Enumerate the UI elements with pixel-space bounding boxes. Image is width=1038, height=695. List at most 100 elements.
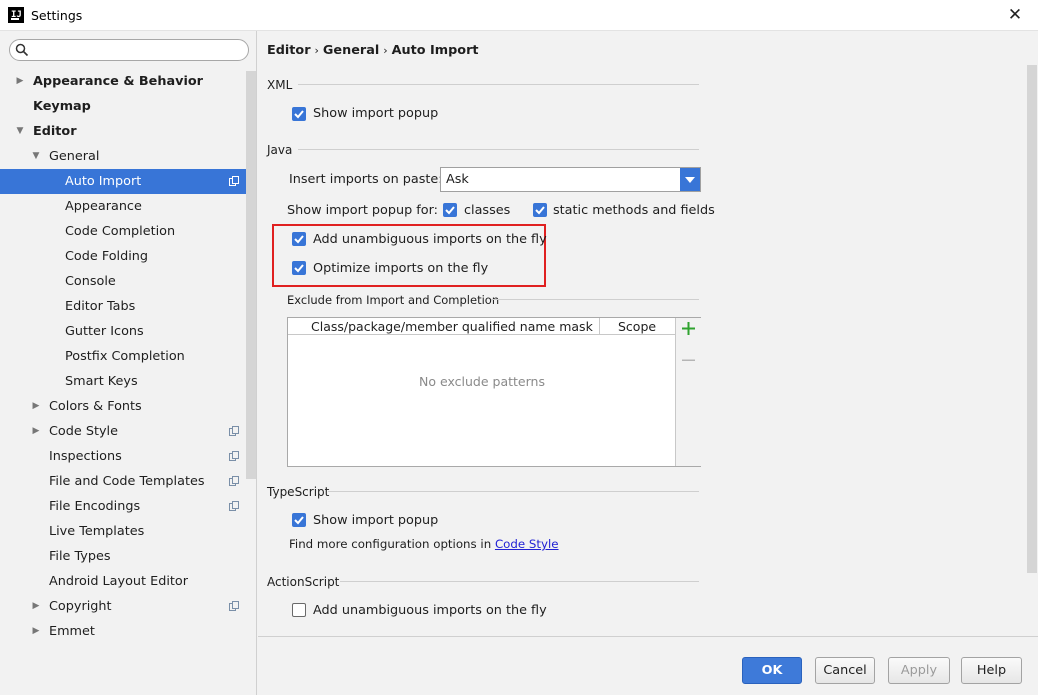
sidebar-item-gutter-icons[interactable]: Gutter Icons xyxy=(0,319,256,344)
sidebar-item-label: Colors & Fonts xyxy=(49,399,142,414)
sidebar-item-label: Gutter Icons xyxy=(65,324,144,339)
as-add-unambiguous-label: Add unambiguous imports on the fly xyxy=(313,603,547,618)
xml-show-import-popup-checkbox[interactable] xyxy=(292,107,306,121)
sidebar-item-auto-import[interactable]: Auto Import xyxy=(0,169,256,194)
sidebar-item-editor-tabs[interactable]: Editor Tabs xyxy=(0,294,256,319)
close-button[interactable]: ✕ xyxy=(992,0,1038,31)
static-methods-checkbox[interactable] xyxy=(533,203,547,217)
sidebar-item-postfix-completion[interactable]: Postfix Completion xyxy=(0,344,256,369)
optimize-imports-label: Optimize imports on the fly xyxy=(313,261,489,276)
project-settings-icon xyxy=(229,501,239,511)
section-title-java: Java xyxy=(267,143,293,157)
section-title-xml: XML xyxy=(267,78,293,92)
cancel-button[interactable]: Cancel xyxy=(815,657,875,684)
chevron-down-icon[interactable] xyxy=(680,168,700,191)
column-divider xyxy=(599,318,600,335)
sidebar-item-file-code-templates[interactable]: File and Code Templates xyxy=(0,469,256,494)
sidebar-item-label: Auto Import xyxy=(65,174,142,189)
as-add-unambiguous-checkbox[interactable] xyxy=(292,603,306,617)
sidebar-item-label: Console xyxy=(65,274,116,289)
sidebar-item-file-types[interactable]: File Types xyxy=(0,544,256,569)
static-methods-label: static methods and fields xyxy=(553,203,715,218)
sidebar-item-colors-fonts[interactable]: ▶ Colors & Fonts xyxy=(0,394,256,419)
breadcrumb-separator: › xyxy=(383,44,388,57)
sidebar-item-appearance[interactable]: Appearance xyxy=(0,194,256,219)
sidebar-item-label: Emmet xyxy=(49,624,95,639)
section-divider xyxy=(298,149,699,150)
apply-button[interactable]: Apply xyxy=(888,657,950,684)
checkmark-icon xyxy=(294,235,304,244)
sidebar-item-label: Code Folding xyxy=(65,249,149,264)
find-more-label: Find more configuration options in xyxy=(289,537,492,551)
sidebar-item-label: Inspections xyxy=(49,449,122,464)
project-settings-icon xyxy=(229,601,239,611)
section-divider xyxy=(340,581,699,582)
classes-checkbox[interactable] xyxy=(443,203,457,217)
sidebar-item-appearance-behavior[interactable]: ▶ Appearance & Behavior xyxy=(0,69,256,94)
ts-show-import-popup-label: Show import popup xyxy=(313,513,439,528)
dialog-footer: OK Cancel Apply Help xyxy=(258,636,1038,695)
sidebar-item-label: Postfix Completion xyxy=(65,349,185,364)
sidebar-item-code-completion[interactable]: Code Completion xyxy=(0,219,256,244)
optimize-imports-checkbox[interactable] xyxy=(292,261,306,275)
sidebar-item-copyright[interactable]: ▶ Copyright xyxy=(0,594,256,619)
sidebar-item-label: General xyxy=(49,149,100,164)
sidebar-item-file-encodings[interactable]: File Encodings xyxy=(0,494,256,519)
sidebar-scrollbar[interactable] xyxy=(246,71,256,479)
sidebar-item-general[interactable]: ▼ General xyxy=(0,144,256,169)
intellij-app-icon: IJ xyxy=(8,7,24,23)
project-settings-icon xyxy=(229,426,239,436)
add-unambiguous-imports-checkbox[interactable] xyxy=(292,232,306,246)
classes-label: classes xyxy=(464,203,511,218)
insert-imports-select[interactable]: Ask xyxy=(440,167,701,192)
remove-icon xyxy=(682,359,695,361)
sidebar-item-code-style[interactable]: ▶ Code Style xyxy=(0,419,256,444)
expand-arrow-icon[interactable]: ▶ xyxy=(31,619,41,644)
sidebar-item-label: Appearance xyxy=(65,199,142,214)
breadcrumb-separator: › xyxy=(314,44,319,57)
section-title-typescript: TypeScript xyxy=(267,485,330,499)
sidebar-item-emmet[interactable]: ▶ Emmet xyxy=(0,619,256,644)
section-title-actionscript: ActionScript xyxy=(267,575,340,589)
collapse-arrow-icon[interactable]: ▼ xyxy=(15,119,25,144)
add-icon[interactable] xyxy=(682,322,695,335)
sidebar-item-label: File Encodings xyxy=(49,499,141,514)
expand-arrow-icon[interactable]: ▶ xyxy=(31,419,41,444)
ok-button[interactable]: OK xyxy=(742,657,802,684)
expand-arrow-icon[interactable]: ▶ xyxy=(31,594,41,619)
expand-arrow-icon[interactable]: ▶ xyxy=(31,394,41,419)
sidebar-item-live-templates[interactable]: Live Templates xyxy=(0,519,256,544)
sidebar-item-keymap[interactable]: Keymap xyxy=(0,94,256,119)
insert-imports-value: Ask xyxy=(446,172,469,187)
sidebar-item-inspections[interactable]: Inspections xyxy=(0,444,256,469)
breadcrumb-general: General xyxy=(322,43,380,58)
sidebar-item-editor[interactable]: ▼ Editor xyxy=(0,119,256,144)
help-button[interactable]: Help xyxy=(961,657,1022,684)
exclude-patterns-table[interactable]: Class/package/member qualified name mask… xyxy=(287,317,701,467)
section-divider xyxy=(298,84,699,85)
search-input[interactable] xyxy=(9,39,249,61)
column-header-scope[interactable]: Scope xyxy=(618,319,656,334)
project-settings-icon xyxy=(229,176,239,186)
insert-imports-label: Insert imports on paste: xyxy=(289,172,443,187)
sidebar-item-android-layout-editor[interactable]: Android Layout Editor xyxy=(0,569,256,594)
code-style-link[interactable]: Code Style xyxy=(495,537,559,551)
breadcrumb-auto-import: Auto Import xyxy=(391,43,479,58)
checkmark-icon xyxy=(294,516,304,525)
sidebar-item-console[interactable]: Console xyxy=(0,269,256,294)
sidebar-item-label: Copyright xyxy=(49,599,112,614)
sidebar-item-smart-keys[interactable]: Smart Keys xyxy=(0,369,256,394)
column-header-name-mask[interactable]: Class/package/member qualified name mask xyxy=(311,319,593,334)
add-unambiguous-imports-label: Add unambiguous imports on the fly xyxy=(313,232,547,247)
expand-arrow-icon[interactable]: ▶ xyxy=(15,69,25,94)
sidebar-item-label: Appearance & Behavior xyxy=(33,74,203,89)
sidebar-item-label: Editor Tabs xyxy=(65,299,136,314)
content-scrollbar[interactable] xyxy=(1027,65,1037,573)
collapse-arrow-icon[interactable]: ▼ xyxy=(31,144,41,169)
checkmark-icon xyxy=(535,206,545,215)
exclude-section-title: Exclude from Import and Completion xyxy=(287,293,500,307)
find-more-config-text: Find more configuration options in Code … xyxy=(289,537,559,551)
sidebar-item-label: File Types xyxy=(49,549,111,564)
ts-show-import-popup-checkbox[interactable] xyxy=(292,513,306,527)
sidebar-item-code-folding[interactable]: Code Folding xyxy=(0,244,256,269)
